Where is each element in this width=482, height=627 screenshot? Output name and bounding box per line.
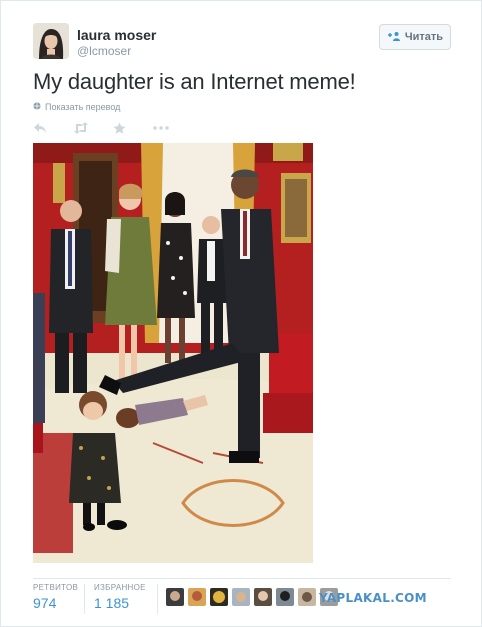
reply-button[interactable] <box>33 119 73 137</box>
favoriter-avatar[interactable] <box>210 588 228 606</box>
follow-label: Читать <box>404 31 444 43</box>
favoriter-avatar[interactable] <box>276 588 294 606</box>
favorites-value: 1 185 <box>94 595 130 611</box>
favorites-stat[interactable]: ИЗБРАННОЕ 1 185 <box>94 583 146 611</box>
globe-icon <box>33 102 41 112</box>
stats-divider <box>33 578 451 579</box>
translate-label: Показать перевод <box>45 102 121 112</box>
more-icon <box>153 126 169 130</box>
tweet-actions <box>33 119 193 137</box>
retweets-stat[interactable]: РЕТВИТОВ 974 <box>33 583 78 611</box>
star-icon <box>113 122 126 135</box>
reply-icon <box>33 122 47 134</box>
more-button[interactable] <box>153 119 193 137</box>
site-watermark: YAPLAKAL.COM <box>319 591 427 605</box>
retweet-icon <box>73 122 89 134</box>
favorite-button[interactable] <box>113 119 153 137</box>
favoriters-avatars <box>166 588 338 606</box>
add-user-icon <box>387 31 401 44</box>
photo-image <box>33 143 313 563</box>
tweet-card: laura moser @lcmoser Читать My daughter … <box>0 0 482 627</box>
author-avatar[interactable] <box>33 23 69 59</box>
retweets-value: 974 <box>33 595 57 611</box>
favoriter-avatar[interactable] <box>298 588 316 606</box>
favoriter-avatar[interactable] <box>232 588 250 606</box>
tweet-photo[interactable] <box>33 143 313 563</box>
retweet-button[interactable] <box>73 119 113 137</box>
favoriter-avatar[interactable] <box>188 588 206 606</box>
author-handle[interactable]: @lcmoser <box>77 44 131 58</box>
stats-separator <box>157 584 158 614</box>
follow-button[interactable]: Читать <box>379 24 451 50</box>
translate-link[interactable]: Показать перевод <box>33 102 120 112</box>
stats-separator <box>84 584 85 614</box>
favoriter-avatar[interactable] <box>254 588 272 606</box>
retweets-label: РЕТВИТОВ <box>33 583 79 592</box>
tweet-text: My daughter is an Internet meme! <box>33 69 356 94</box>
favoriter-avatar[interactable] <box>166 588 184 606</box>
favorites-label: ИЗБРАННОЕ <box>94 583 146 592</box>
author-name[interactable]: laura moser <box>77 27 156 43</box>
